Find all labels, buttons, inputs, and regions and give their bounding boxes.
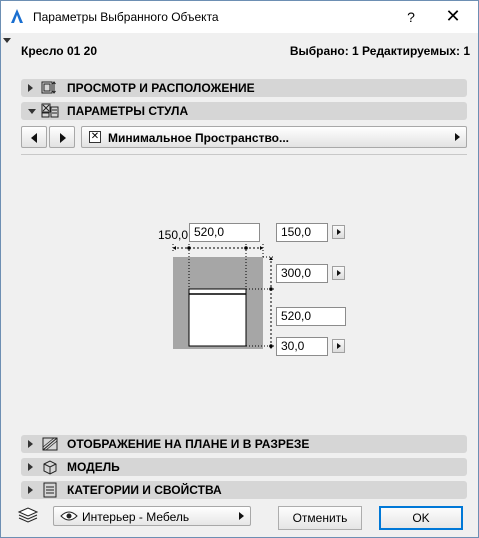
eye-icon — [60, 511, 78, 521]
front-clearance-arrow-icon[interactable] — [332, 339, 345, 353]
cancel-button[interactable]: Отменить — [278, 506, 362, 530]
expand-arrow-icon[interactable] — [28, 440, 33, 448]
window-title: Параметры Выбранного Объекта — [33, 10, 219, 24]
page-type-icon: ✕ — [89, 131, 101, 143]
object-settings-dialog: Параметры Выбранного Объекта ? ✕ Кресло … — [0, 0, 479, 538]
help-button[interactable]: ? — [393, 4, 429, 30]
collapse-arrow-icon[interactable] — [3, 38, 11, 43]
page-select-value: Минимальное Пространство... — [108, 131, 290, 145]
preview-icon — [41, 81, 56, 94]
page-navigation: ✕ Минимальное Пространство... — [21, 126, 467, 150]
floorplan-icon — [42, 437, 58, 451]
layer-select-dropdown[interactable]: Интерьер - Мебель — [53, 506, 251, 526]
back-clearance-input[interactable]: 300,0 — [276, 264, 328, 283]
panel-floorplan-section[interactable]: ОТОБРАЖЕНИЕ НА ПЛАНЕ И В РАЗРЕЗЕ — [21, 435, 467, 453]
panel-model[interactable]: МОДЕЛЬ — [21, 458, 467, 476]
title-bar: Параметры Выбранного Объекта ? ✕ — [1, 1, 478, 33]
object-name: Кресло 01 20 — [21, 44, 98, 58]
collapse-arrow-icon[interactable] — [28, 109, 36, 114]
page-select-dropdown[interactable]: ✕ Минимальное Пространство... — [81, 126, 467, 148]
ok-button[interactable]: OK — [379, 506, 463, 530]
right-clearance-input[interactable]: 150,0 — [276, 223, 328, 242]
layers-icon — [17, 507, 39, 523]
depth-input[interactable]: 520,0 — [276, 307, 346, 326]
selection-info: Выбрано: 1 Редактируемых: 1 — [289, 44, 470, 58]
chevron-right-icon — [455, 133, 460, 141]
panel-label: КАТЕГОРИИ И СВОЙСТВА — [67, 483, 222, 497]
archicad-app-icon — [11, 9, 23, 23]
chair-params-icon — [41, 103, 59, 118]
arrow-right-icon — [60, 133, 66, 143]
panel-label: ПРОСМОТР И РАСПОЛОЖЕНИЕ — [67, 81, 255, 95]
panel-chair-params[interactable]: ПАРАМЕТРЫ СТУЛА — [21, 102, 467, 120]
divider — [21, 154, 467, 155]
clearance-diagram — [172, 244, 275, 349]
expand-arrow-icon[interactable] — [28, 486, 33, 494]
width-input[interactable]: 520,0 — [189, 223, 260, 242]
right-clearance-arrow-icon[interactable] — [332, 225, 345, 239]
panel-preview-positioning[interactable]: ПРОСМОТР И РАСПОЛОЖЕНИЕ — [21, 79, 467, 97]
panel-label: ОТОБРАЖЕНИЕ НА ПЛАНЕ И В РАЗРЕЗЕ — [67, 437, 310, 451]
layer-select-value: Интерьер - Мебель — [82, 510, 190, 524]
cube-icon — [43, 460, 57, 475]
panel-label: ПАРАМЕТРЫ СТУЛА — [67, 104, 189, 118]
left-clearance-label: 150,0 — [158, 228, 189, 242]
expand-arrow-icon[interactable] — [28, 84, 33, 92]
front-clearance-input[interactable]: 30,0 — [276, 337, 328, 356]
arrow-left-icon — [31, 133, 37, 143]
panel-categories[interactable]: КАТЕГОРИИ И СВОЙСТВА — [21, 481, 467, 499]
next-page-button[interactable] — [49, 126, 75, 148]
list-icon — [43, 482, 57, 498]
back-clearance-arrow-icon[interactable] — [332, 266, 345, 280]
expand-arrow-icon[interactable] — [28, 463, 33, 471]
panel-label: МОДЕЛЬ — [67, 460, 120, 474]
chair-seat — [188, 288, 247, 347]
previous-page-button[interactable] — [21, 126, 47, 148]
close-button[interactable]: ✕ — [433, 4, 473, 30]
chevron-right-icon — [239, 512, 244, 520]
